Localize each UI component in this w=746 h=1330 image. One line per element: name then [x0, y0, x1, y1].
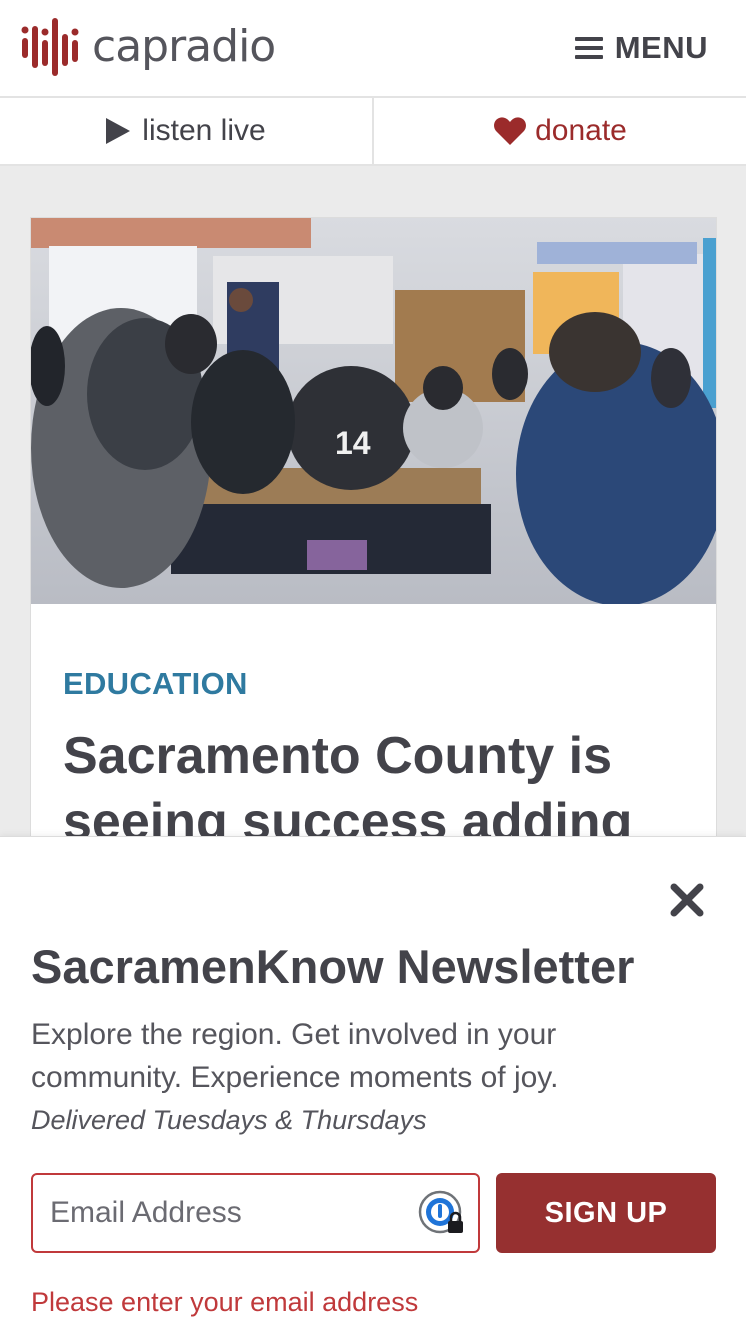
article-card[interactable]: 14 EDUCATION Sacramento County is seeing… [30, 217, 717, 857]
email-input[interactable] [33, 1175, 413, 1251]
logo-wordmark: capradio [92, 21, 276, 72]
email-field [31, 1173, 480, 1253]
password-manager-icon[interactable] [417, 1189, 467, 1239]
donate-label: donate [535, 114, 627, 147]
newsletter-title: SacramenKnow Newsletter [31, 940, 635, 993]
close-icon[interactable] [668, 881, 706, 919]
capradio-logo[interactable]: capradio [20, 14, 276, 80]
svg-text:14: 14 [335, 425, 371, 461]
site-header: capradio MENU [0, 0, 746, 98]
listen-live-label: listen live [142, 114, 266, 147]
article-photo-classroom: 14 [31, 218, 716, 604]
waveform-logo-icon [21, 18, 79, 76]
article-category[interactable]: EDUCATION [63, 666, 248, 702]
menu-button[interactable]: MENU [574, 28, 708, 68]
hamburger-icon [574, 37, 603, 59]
listen-live-button[interactable]: listen live [0, 98, 374, 164]
menu-label: MENU [614, 30, 708, 65]
donate-button[interactable]: donate [374, 98, 746, 164]
email-error-message: Please enter your email address [31, 1287, 419, 1317]
newsletter-description: Explore the region. Get involved in your… [31, 1018, 559, 1094]
play-icon [106, 118, 131, 144]
newsletter-signup-panel: SacramenKnow Newsletter Explore the regi… [0, 836, 746, 1330]
sign-up-button[interactable]: SIGN UP [496, 1173, 716, 1253]
sub-navigation: listen live donate [0, 98, 746, 166]
heart-icon [494, 117, 527, 145]
newsletter-schedule: Delivered Tuesdays & Thursdays [31, 1105, 427, 1135]
